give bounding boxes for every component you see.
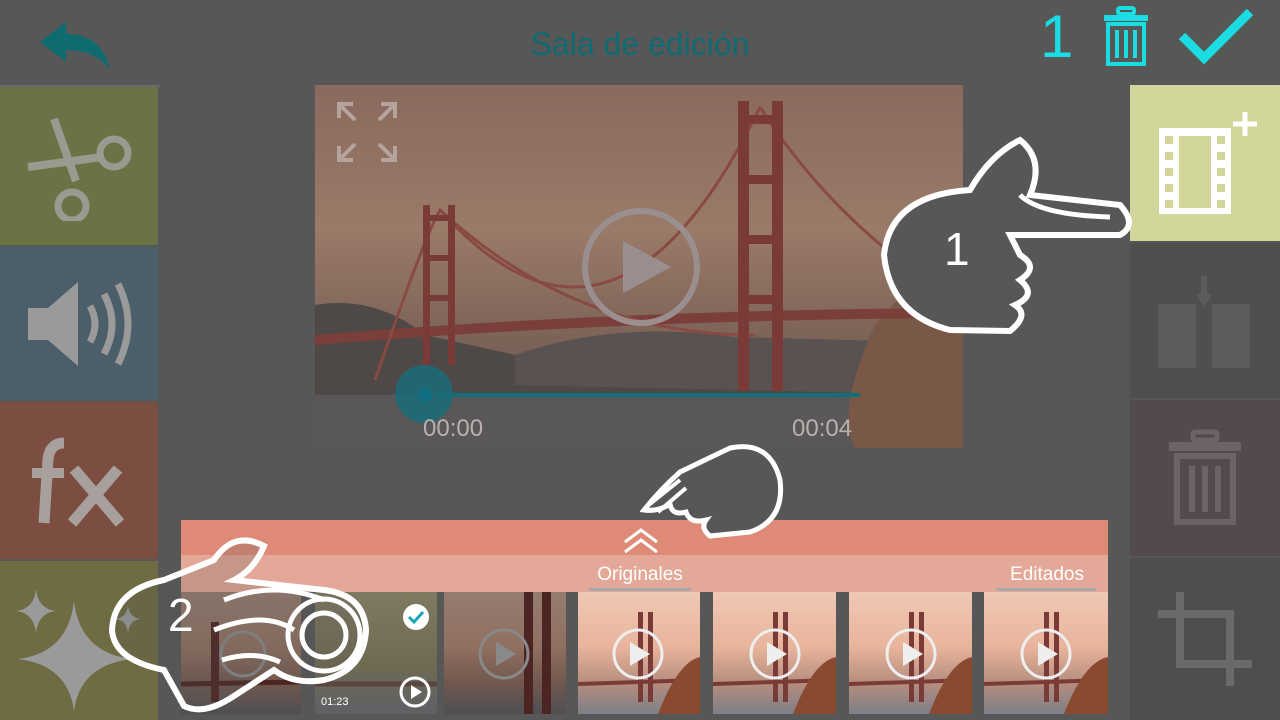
add-video-button[interactable] (1130, 85, 1280, 241)
tab-originals[interactable]: Originales (589, 564, 691, 586)
film-split-icon (1158, 275, 1250, 368)
hint-hand-tap-icon (880, 136, 1132, 335)
time-total: 00:04 (792, 415, 853, 442)
tab-originals-underline (589, 588, 691, 591)
thumbnail-image (713, 612, 836, 714)
thumbnail-image (849, 612, 972, 714)
thumbnail-6[interactable] (849, 592, 972, 714)
audio-tool-button[interactable] (0, 247, 158, 400)
split-video-button[interactable] (1130, 243, 1280, 398)
progress-knob-dot (418, 388, 432, 402)
film-add-icon (1159, 112, 1257, 214)
speaker-icon (28, 281, 132, 366)
fx-icon (32, 437, 125, 527)
tab-edited-underline (996, 588, 1096, 591)
time-current: 00:00 (423, 415, 484, 442)
selected-badge (403, 604, 429, 630)
thumbnail-image (984, 612, 1108, 714)
thumbnail-image (578, 612, 700, 714)
delete-selected-button[interactable] (1100, 6, 1152, 66)
thumbnail-4[interactable] (578, 592, 700, 714)
tab-edited[interactable]: Editados (1000, 564, 1094, 586)
play-icon[interactable] (579, 205, 703, 329)
confirm-button[interactable] (1176, 6, 1256, 66)
thumbnail-image (478, 592, 551, 714)
trash-icon (1169, 429, 1241, 525)
delete-video-button[interactable] (1130, 400, 1280, 556)
crop-icon (1158, 592, 1252, 686)
thumbnail-3[interactable] (444, 592, 566, 714)
fullscreen-icon[interactable] (335, 100, 399, 164)
hint-step-1: 1 (944, 223, 970, 275)
video-preview[interactable]: 00:00 00:04 (315, 85, 963, 448)
cut-tool-button[interactable] (0, 87, 158, 245)
check-icon (407, 610, 425, 625)
thumbnail-7[interactable] (984, 592, 1108, 714)
crop-button[interactable] (1130, 558, 1280, 720)
thumbnail-5[interactable] (713, 592, 836, 714)
progress-track[interactable] (437, 393, 860, 397)
page-title: Sala de edición (530, 26, 750, 62)
hint-hand-swipe-icon (640, 444, 784, 539)
check-icon (1178, 8, 1254, 65)
trash-icon (1104, 6, 1148, 66)
selected-count: 1 (1040, 3, 1074, 70)
hint-hand-longpress-icon (108, 537, 370, 713)
scissors-icon (27, 117, 132, 221)
hint-step-2: 2 (168, 589, 194, 641)
